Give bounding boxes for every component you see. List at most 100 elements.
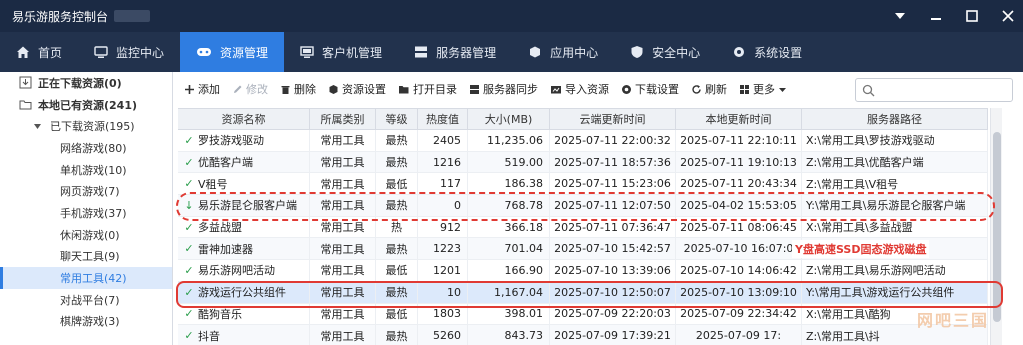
tree-label: 本地已有资源(241) bbox=[38, 98, 138, 112]
edit-icon bbox=[232, 84, 243, 95]
cell-heat: 117 bbox=[418, 173, 468, 195]
col-header-heat[interactable]: 热度值 bbox=[418, 109, 468, 129]
close-icon[interactable] bbox=[1001, 9, 1015, 23]
tree-category-chess-games[interactable]: 棋牌游戏(3) bbox=[0, 311, 172, 333]
import-resource-label: 导入资源 bbox=[565, 83, 609, 96]
home-icon bbox=[16, 45, 30, 59]
tree-label: 正在下载资源(0) bbox=[38, 76, 122, 90]
resource-settings-button[interactable]: 资源设置 bbox=[328, 81, 386, 97]
dropdown-menu-icon[interactable] bbox=[893, 9, 907, 23]
ssd-annotation-label: Y盘高速SSD固态游戏磁盘 bbox=[792, 240, 930, 258]
col-header-size[interactable]: 大小(MB) bbox=[468, 109, 550, 129]
nav-client-label: 客户机管理 bbox=[322, 45, 383, 60]
cell-path: Z:\常用工具\优酷客户端 bbox=[802, 151, 988, 173]
table-row[interactable]: ✓ 优酷客户端 常用工具 最热 1216 519.00 2025-07-11 18:57:3… bbox=[178, 151, 988, 174]
server-sync-button[interactable]: 服务器同步 bbox=[469, 81, 538, 97]
nav-client-management[interactable]: 客户机管理 bbox=[284, 32, 398, 72]
maximize-icon[interactable] bbox=[965, 9, 979, 23]
cell-level: 最热 bbox=[376, 325, 418, 345]
nav-security-center[interactable]: 安全中心 bbox=[614, 32, 716, 72]
gear-icon bbox=[732, 45, 746, 59]
tree-label: 已下载资源(195) bbox=[50, 120, 135, 134]
resource-table: 资源名称 所属类别 等级 热度值 大小(MB) 云端更新时间 本地更新时间 服务… bbox=[178, 108, 988, 345]
cell-name: ✓ 罗技游戏驱动 bbox=[178, 130, 310, 151]
nav-home[interactable]: 首页 bbox=[0, 32, 78, 72]
cell-path: Z:\常用工具\易乐游网吧活动 bbox=[802, 260, 988, 281]
cell-heat: 1223 bbox=[418, 238, 468, 260]
tree-category-casual-games[interactable]: 休闲游戏(0) bbox=[0, 224, 172, 246]
tree-category-chat-tools[interactable]: 聊天工具(9) bbox=[0, 246, 172, 268]
tree-category-common-tools[interactable]: 常用工具(42) bbox=[0, 267, 172, 289]
tree-category-battle-platform[interactable]: 对战平台(7) bbox=[0, 289, 172, 311]
table-row[interactable]: ✓ 抖音 常用工具 最热 5260 843.73 2025-07-09 17:39:21 20… bbox=[178, 325, 988, 345]
cell-path: Z:\常用工具\V租号 bbox=[802, 173, 988, 195]
cell-cloud: 2025-07-10 15:42:57 bbox=[550, 238, 676, 260]
cell-size: 11,235.06 bbox=[468, 130, 550, 151]
nav-resource-management[interactable]: 资源管理 bbox=[180, 32, 285, 72]
cell-level: 最低 bbox=[376, 173, 418, 195]
app-title: 易乐游服务控制台 bbox=[12, 9, 109, 24]
cell-cloud: 2025-07-11 18:57:36 bbox=[550, 151, 676, 173]
vertical-scrollbar[interactable] bbox=[990, 108, 1002, 345]
resource-name: V租号 bbox=[198, 177, 228, 191]
nav-monitor[interactable]: 监控中心 bbox=[78, 32, 180, 72]
nav-settings-label: 系统设置 bbox=[754, 45, 803, 60]
tree-label: 聊天工具(9) bbox=[60, 250, 120, 264]
folder-open-icon bbox=[398, 84, 410, 95]
download-settings-label: 下载设置 bbox=[635, 83, 679, 96]
nav-app-center[interactable]: 应用中心 bbox=[512, 32, 614, 72]
col-header-local-time[interactable]: 本地更新时间 bbox=[676, 109, 802, 129]
download-settings-button[interactable]: 下载设置 bbox=[621, 81, 679, 97]
minimize-icon[interactable] bbox=[929, 9, 943, 23]
tree-downloaded[interactable]: 已下载资源(195) bbox=[0, 115, 172, 137]
refresh-button[interactable]: 刷新 bbox=[691, 81, 727, 97]
cell-cloud: 2025-07-10 13:39:06 bbox=[550, 260, 676, 281]
search-icon bbox=[862, 84, 875, 97]
add-button[interactable]: 添加 bbox=[184, 81, 220, 97]
import-resource-button[interactable]: 导入资源 bbox=[550, 81, 609, 97]
folder-icon bbox=[18, 98, 32, 112]
check-status-icon: ✓ bbox=[184, 263, 194, 277]
box-icon bbox=[328, 84, 339, 95]
check-status-icon: ✓ bbox=[184, 155, 194, 169]
tree-label: 网络游戏(80) bbox=[60, 141, 127, 155]
col-header-level[interactable]: 等级 bbox=[376, 109, 418, 129]
nav-server-management[interactable]: 服务器管理 bbox=[398, 32, 512, 72]
open-folder-button[interactable]: 打开目录 bbox=[398, 81, 457, 97]
cell-local: 2025-07-11 20:43:34 bbox=[676, 173, 802, 195]
col-header-name[interactable]: 资源名称 bbox=[178, 109, 310, 129]
tree-category-web-games[interactable]: 网页游戏(7) bbox=[0, 180, 172, 202]
check-status-icon: ✓ bbox=[184, 307, 194, 321]
tree-category-single-games[interactable]: 单机游戏(10) bbox=[0, 159, 172, 181]
cell-local: 2025-07-10 14:06:42 bbox=[676, 260, 802, 281]
nav-system-settings[interactable]: 系统设置 bbox=[716, 32, 818, 72]
table-row[interactable]: ✓ 罗技游戏驱动 常用工具 最热 2405 11,235.06 2025-07-11 22:… bbox=[178, 130, 988, 152]
more-button[interactable]: 更多 bbox=[739, 81, 787, 97]
highlight-selected-row bbox=[176, 281, 1003, 308]
tree-category-mobile-games[interactable]: 手机游戏(37) bbox=[0, 202, 172, 224]
resource-name: 优酷客户端 bbox=[198, 156, 253, 170]
cell-name: ✓ 易乐游网吧活动 bbox=[178, 260, 310, 281]
server-sync-icon bbox=[469, 84, 480, 95]
col-header-cloud-time[interactable]: 云端更新时间 bbox=[550, 109, 676, 129]
col-header-server-path[interactable]: 服务器路径 bbox=[802, 109, 988, 129]
caret-down-icon[interactable] bbox=[30, 119, 44, 133]
tree-label: 网页游戏(7) bbox=[60, 185, 120, 199]
tree-category-online-games[interactable]: 网络游戏(80) bbox=[0, 137, 172, 159]
resource-name: 易乐游网吧活动 bbox=[198, 264, 275, 278]
nav-resource-label: 资源管理 bbox=[220, 45, 269, 60]
add-label: 添加 bbox=[198, 83, 220, 96]
col-header-category[interactable]: 所属类别 bbox=[310, 109, 376, 129]
search-input[interactable] bbox=[855, 78, 1013, 102]
cell-local: 2025-07-11 19:10:13 bbox=[676, 151, 802, 173]
resource-name: 罗技游戏驱动 bbox=[198, 134, 264, 148]
resource-settings-label: 资源设置 bbox=[342, 83, 386, 96]
table-row[interactable]: ✓ 易乐游网吧活动 常用工具 最低 1201 166.90 2025-07-10 13:39… bbox=[178, 260, 988, 282]
highlight-dashed-row bbox=[176, 192, 995, 221]
edit-button[interactable]: 修改 bbox=[232, 81, 268, 97]
cell-local: 2025-07-11 22:10:11 bbox=[676, 130, 802, 151]
refresh-icon bbox=[691, 84, 702, 95]
delete-button[interactable]: 删除 bbox=[280, 81, 316, 97]
tree-local-resources[interactable]: 本地已有资源(241) bbox=[0, 94, 172, 116]
tree-downloading[interactable]: 正在下载资源(0) bbox=[0, 72, 172, 94]
